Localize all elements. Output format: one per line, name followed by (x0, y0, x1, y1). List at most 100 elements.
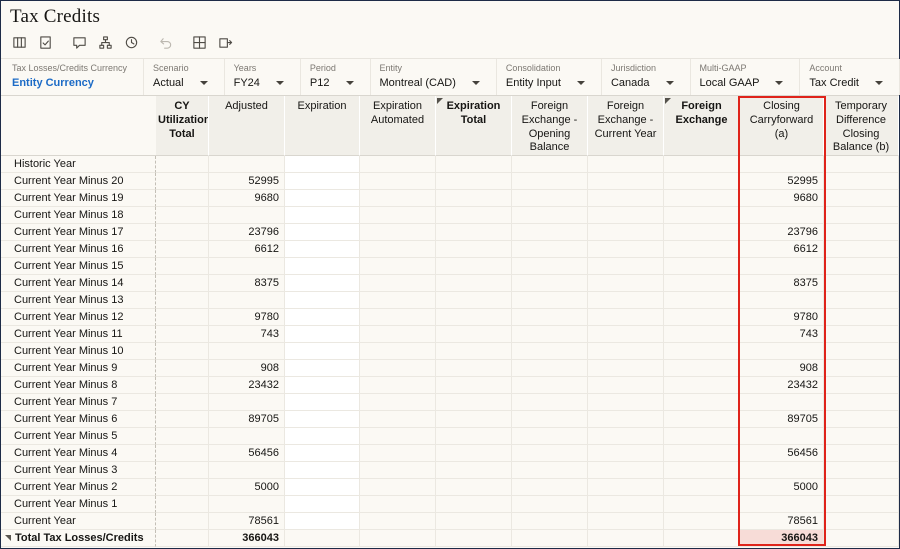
grid-cell[interactable] (512, 224, 588, 241)
grid-cell[interactable] (360, 156, 436, 173)
grid-cell[interactable] (588, 258, 664, 275)
grid-cell[interactable] (512, 530, 588, 547)
grid-cell[interactable] (209, 428, 285, 445)
grid-cell[interactable] (588, 445, 664, 462)
pov-value[interactable]: Entity Input (506, 77, 561, 89)
row-label[interactable]: Current Year (1, 513, 156, 530)
grid-cell[interactable] (824, 445, 899, 462)
grid-cell[interactable] (664, 411, 740, 428)
grid-cell[interactable] (740, 394, 824, 411)
grid-cell[interactable] (360, 326, 436, 343)
grid-cell[interactable] (664, 224, 740, 241)
grid-cell[interactable]: 366043 (740, 530, 824, 547)
grid-cell[interactable] (285, 530, 360, 547)
grid-cell[interactable] (285, 292, 360, 309)
grid-cell[interactable] (360, 479, 436, 496)
grid-cell[interactable] (824, 394, 899, 411)
grid-cell[interactable] (436, 530, 512, 547)
grid-cell[interactable] (664, 394, 740, 411)
grid-cell[interactable] (512, 428, 588, 445)
grid-cell[interactable]: 9680 (740, 190, 824, 207)
grid-cell[interactable]: 908 (740, 360, 824, 377)
grid-cell[interactable] (512, 394, 588, 411)
grid-cell[interactable]: 5000 (740, 479, 824, 496)
grid-cell[interactable] (664, 292, 740, 309)
grid-cell[interactable] (285, 190, 360, 207)
grid-cell[interactable]: 52995 (209, 173, 285, 190)
column-header-cy_utilization_total[interactable]: CY Utilization Total (156, 96, 209, 156)
grid-cell[interactable]: 366043 (209, 530, 285, 547)
grid-cell[interactable] (156, 530, 209, 547)
grid-cell[interactable] (209, 343, 285, 360)
comments-button[interactable] (68, 34, 90, 56)
grid-cell[interactable]: 9780 (209, 309, 285, 326)
grid-cell[interactable] (360, 445, 436, 462)
grid-cell[interactable] (664, 156, 740, 173)
grid-cell[interactable] (740, 258, 824, 275)
grid-cell[interactable] (436, 445, 512, 462)
grid-cell[interactable] (588, 394, 664, 411)
grid-cell[interactable] (824, 513, 899, 530)
grid-cell[interactable] (209, 292, 285, 309)
grid-cell[interactable] (588, 156, 664, 173)
grid-cell[interactable] (664, 428, 740, 445)
grid-cell[interactable] (156, 292, 209, 309)
pov-years-dropdown[interactable]: FY24 (234, 77, 284, 89)
grid-cell[interactable] (360, 241, 436, 258)
grid-cell[interactable] (664, 445, 740, 462)
grid-cell[interactable] (824, 173, 899, 190)
grid-cell[interactable] (512, 445, 588, 462)
grid-cell[interactable] (285, 258, 360, 275)
grid-cell[interactable] (512, 377, 588, 394)
pov-value[interactable]: Local GAAP (700, 77, 760, 89)
grid-cell[interactable]: 23432 (740, 377, 824, 394)
grid-cell[interactable] (512, 241, 588, 258)
grid-cell[interactable] (360, 496, 436, 513)
grid-cell[interactable] (740, 156, 824, 173)
grid-cell[interactable] (285, 326, 360, 343)
grid-cell[interactable] (588, 479, 664, 496)
grid-cell[interactable] (512, 173, 588, 190)
column-header-fx_opening_balance[interactable]: Foreign Exchange - Opening Balance (512, 96, 588, 156)
grid-cell[interactable] (360, 309, 436, 326)
grid-cell[interactable] (512, 326, 588, 343)
grid-cell[interactable] (512, 343, 588, 360)
grid-cell[interactable] (436, 462, 512, 479)
grid-cell[interactable] (285, 394, 360, 411)
grid-cell[interactable] (360, 462, 436, 479)
grid-cell[interactable] (588, 343, 664, 360)
pov-scenario-dropdown[interactable]: Actual (153, 77, 208, 89)
grid-cell[interactable] (209, 258, 285, 275)
grid-cell[interactable] (824, 292, 899, 309)
grid-cell[interactable]: 743 (209, 326, 285, 343)
grid-cell[interactable] (209, 394, 285, 411)
grid-cell[interactable] (156, 462, 209, 479)
grid-cell[interactable] (156, 479, 209, 496)
row-label[interactable]: Current Year Minus 13 (1, 292, 156, 309)
grid-cell[interactable] (512, 411, 588, 428)
grid-cell[interactable]: 9680 (209, 190, 285, 207)
pov-settings-button[interactable] (8, 34, 30, 56)
pov-value[interactable]: Canada (611, 77, 650, 89)
grid-cell[interactable] (156, 496, 209, 513)
grid-cell[interactable]: 56456 (209, 445, 285, 462)
grid-cell[interactable]: 23796 (740, 224, 824, 241)
pov-value[interactable]: Actual (153, 77, 184, 89)
grid-cell[interactable] (156, 156, 209, 173)
grid-cell[interactable] (156, 513, 209, 530)
grid-cell[interactable] (360, 411, 436, 428)
grid-cell[interactable] (285, 207, 360, 224)
grid-cell[interactable]: 8375 (740, 275, 824, 292)
grid-cell[interactable] (588, 292, 664, 309)
pov-jurisdiction-dropdown[interactable]: Canada (611, 77, 674, 89)
grid-cell[interactable] (588, 360, 664, 377)
row-label[interactable]: Total Tax Losses/Credits (1, 530, 156, 547)
history-button[interactable] (120, 34, 142, 56)
row-label[interactable]: Current Year Minus 3 (1, 462, 156, 479)
grid-cell[interactable]: 743 (740, 326, 824, 343)
grid-cell[interactable] (824, 462, 899, 479)
grid-cell[interactable] (156, 377, 209, 394)
grid-cell[interactable]: 78561 (209, 513, 285, 530)
pov-consolidation-dropdown[interactable]: Entity Input (506, 77, 585, 89)
grid-cell[interactable] (436, 377, 512, 394)
